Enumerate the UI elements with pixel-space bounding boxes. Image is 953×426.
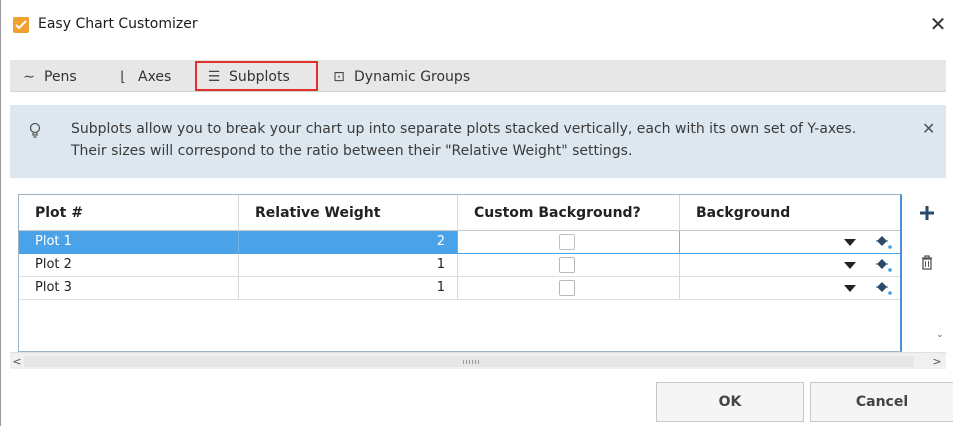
custom-background-cell [458, 277, 680, 300]
chevron-down-icon[interactable] [844, 262, 856, 269]
tab-label: Axes [138, 69, 172, 85]
chevron-down-icon[interactable] [844, 285, 856, 292]
background-cell [680, 277, 900, 300]
lightbulb-icon [27, 122, 43, 140]
tab-subplots[interactable]: ☰ Subplots [195, 61, 318, 91]
pens-wave-icon: ∼ [23, 69, 35, 85]
tab-label: Pens [44, 69, 77, 85]
tab-axes[interactable]: ⌊ Axes [114, 64, 171, 90]
easy-chart-customizer-dialog: Easy Chart Customizer ✕ ∼ Pens ⌊ Axes ☰ Sub… [0, 0, 953, 426]
window-title: Easy Chart Customizer [38, 16, 198, 32]
relative-weight-cell[interactable]: 1 [239, 254, 458, 277]
table-row[interactable]: Plot 2 1 [19, 254, 900, 277]
cancel-button[interactable]: Cancel [810, 382, 953, 422]
custom-background-cell [458, 231, 680, 254]
chevron-down-icon[interactable] [844, 239, 856, 246]
delete-subplot-button[interactable] [919, 254, 935, 272]
background-cell [680, 254, 900, 277]
table-header: Plot # Relative Weight Custom Background… [19, 195, 900, 231]
paint-bucket-icon[interactable] [874, 257, 894, 273]
horizontal-scrollbar[interactable]: < > [10, 352, 946, 369]
title-bar: Easy Chart Customizer ✕ [1, 0, 953, 50]
table-row[interactable]: Plot 3 1 [19, 277, 900, 300]
custom-background-checkbox[interactable] [559, 280, 575, 296]
plot-cell[interactable]: Plot 1 [19, 231, 239, 254]
dialog-footer [10, 372, 946, 426]
background-cell [680, 231, 900, 254]
tab-label: Dynamic Groups [354, 69, 471, 85]
subplots-table: Plot # Relative Weight Custom Background… [18, 194, 902, 352]
column-header-custom-background[interactable]: Custom Background? [458, 195, 680, 231]
ok-button[interactable]: OK [656, 382, 804, 422]
table-row[interactable]: Plot 1 2 [19, 231, 900, 254]
scroll-right-icon[interactable]: > [930, 355, 944, 368]
info-banner: Subplots allow you to break your chart u… [10, 105, 946, 178]
custom-background-cell [458, 254, 680, 277]
custom-background-checkbox[interactable] [559, 257, 575, 273]
scroll-left-icon[interactable]: < [10, 355, 24, 368]
custom-background-checkbox[interactable] [559, 234, 575, 250]
tab-pens[interactable]: ∼ Pens [20, 64, 77, 90]
add-subplot-button[interactable] [918, 204, 936, 222]
scrollbar-thumb[interactable] [24, 356, 914, 367]
tab-label: Subplots [229, 69, 290, 85]
column-header-relative-weight[interactable]: Relative Weight [239, 195, 458, 231]
relative-weight-cell[interactable]: 2 [239, 231, 458, 254]
column-header-background[interactable]: Background [680, 195, 900, 231]
paint-bucket-icon[interactable] [874, 280, 894, 296]
dynamic-groups-icon: ⊡ [333, 69, 345, 85]
paint-bucket-icon[interactable] [874, 234, 894, 250]
relative-weight-cell[interactable]: 1 [239, 277, 458, 300]
tab-dynamic-groups[interactable]: ⊡ Dynamic Groups [330, 64, 470, 90]
plot-cell[interactable]: Plot 2 [19, 254, 239, 277]
app-logo-icon [13, 17, 29, 33]
column-header-plot[interactable]: Plot # [19, 195, 239, 231]
axes-icon: ⌊ [120, 69, 126, 85]
plot-cell[interactable]: Plot 3 [19, 277, 239, 300]
close-window-button[interactable]: ✕ [926, 12, 950, 36]
info-text: Subplots allow you to break your chart u… [71, 121, 857, 159]
vertical-scroll-indicator[interactable]: ⌄ [936, 330, 946, 340]
grip-icon [463, 360, 479, 364]
subplots-icon: ☰ [207, 69, 221, 85]
dismiss-info-button[interactable]: ✕ [922, 119, 935, 138]
tab-strip: ∼ Pens ⌊ Axes ☰ Subplots ⊡ Dynamic Groups [10, 60, 946, 92]
